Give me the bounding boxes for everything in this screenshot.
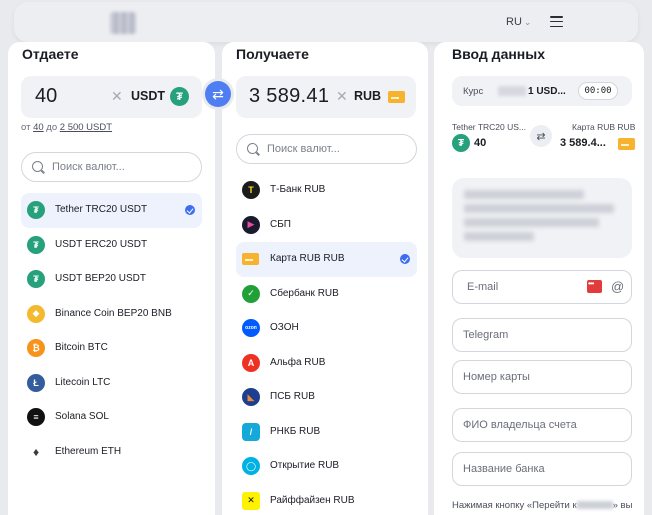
rate-box: Курс 1 USD... 00:00 (452, 76, 632, 106)
rate-value: 1 USD... (528, 86, 566, 97)
at-icon: @ (611, 279, 625, 294)
tether-icon: ₮ (170, 87, 189, 106)
terms-note: Нажимая кнопку «Перейти к» вы (452, 500, 633, 511)
get-search-input[interactable]: Поиск валют... (236, 134, 417, 164)
pair-left-name: Tether TRC20 US... (452, 122, 527, 132)
clear-icon[interactable]: ✕ (336, 88, 348, 105)
email-field[interactable]: E-mail @ (452, 270, 632, 304)
get-currency: RUB (354, 89, 382, 103)
list-item[interactable]: ₮ USDT ERC20 USDT (21, 228, 202, 263)
give-currency-list: ₮ Tether TRC20 USDT ₮ USDT ERC20 USDT ₮ … (21, 193, 202, 469)
ozon-icon: ozon (242, 319, 260, 337)
check-icon (400, 254, 410, 264)
list-item[interactable]: ✓ Сбербанк RUB (236, 277, 417, 312)
litecoin-icon: Ł (27, 373, 45, 392)
card-icon (618, 138, 635, 150)
logo[interactable] (110, 12, 136, 34)
swap-icon: ⇄ (212, 85, 224, 102)
rnkb-icon: / (242, 422, 260, 441)
tether-icon: ₮ (27, 201, 45, 219)
autofill-icon[interactable] (587, 279, 602, 293)
give-amount-box[interactable]: 40 ✕ USDT ₮ (21, 76, 202, 118)
list-item[interactable]: T Т-Банк RUB (236, 173, 417, 208)
list-item[interactable]: ◯ Открытие RUB (236, 449, 417, 484)
notice-block (452, 178, 632, 258)
pair-right-value: 3 589.4... (560, 137, 606, 149)
ethereum-icon: ♦ (27, 442, 45, 461)
top-bar: RU ⌄ (14, 2, 638, 42)
get-title: Получаете (236, 46, 309, 62)
form-title: Ввод данных (452, 46, 546, 62)
check-icon (185, 205, 195, 215)
list-item[interactable]: ₮ USDT BEP20 USDT (21, 262, 202, 297)
list-item[interactable]: ₮ Tether TRC20 USDT (21, 193, 202, 228)
list-item[interactable]: ▶ СБП (236, 208, 417, 243)
raiffeisen-icon: ✕ (242, 491, 260, 510)
give-search-input[interactable]: Поиск валют... (21, 152, 202, 182)
tether-icon: ₮ (27, 270, 45, 288)
list-item[interactable]: ≡ Solana SOL (21, 400, 202, 435)
owner-name-field[interactable]: ФИО владельца счета (452, 408, 632, 442)
pair-right-name: Карта RUB RUB (572, 122, 636, 132)
psb-icon: ◣ (242, 388, 260, 406)
list-item[interactable]: ₿ Bitcoin BTC (21, 331, 202, 366)
otkritie-icon: ◯ (242, 457, 260, 475)
list-item[interactable]: ◆ Binance Coin BEP20 BNB (21, 297, 202, 332)
get-currency-list: T Т-Банк RUB ▶ СБП Карта RUB RUB ✓ Сберб… (236, 173, 417, 515)
pair-left-value: 40 (474, 137, 487, 149)
tbank-icon: T (242, 181, 260, 199)
list-item[interactable]: ✕ Райффайзен RUB (236, 484, 417, 515)
get-panel: Получаете 3 589.41 ✕ RUB Поиск валют... … (222, 42, 428, 515)
card-icon (242, 250, 260, 268)
chevron-down-icon: ⌄ (523, 17, 532, 27)
bitcoin-icon: ₿ (27, 339, 45, 357)
alfa-icon: А (242, 353, 260, 372)
get-amount-box[interactable]: 3 589.41 ✕ RUB (236, 76, 416, 118)
limit-max-link[interactable]: 2 500 USDT (60, 122, 112, 133)
give-panel: Отдаете 40 ✕ USDT ₮ от 40 до 2 500 USDT … (8, 42, 215, 515)
card-icon (388, 91, 405, 103)
list-item[interactable]: Ł Litecoin LTC (21, 366, 202, 401)
give-limits: от 40 до 2 500 USDT (21, 122, 113, 133)
give-currency: USDT (131, 89, 166, 103)
rate-timer: 00:00 (578, 82, 618, 100)
list-item[interactable]: ozon ОЗОН (236, 311, 417, 346)
language-selector[interactable]: RU ⌄ (506, 16, 531, 28)
list-item[interactable]: Карта RUB RUB (236, 242, 417, 277)
binance-icon: ◆ (27, 304, 45, 323)
solana-icon: ≡ (27, 408, 45, 426)
tether-icon: ₮ (452, 134, 470, 152)
sbp-icon: ▶ (242, 215, 260, 234)
sberbank-icon: ✓ (242, 284, 260, 303)
menu-icon[interactable] (550, 16, 563, 28)
limit-min-link[interactable]: 40 (33, 122, 44, 133)
clear-icon[interactable]: ✕ (111, 88, 123, 105)
search-icon (32, 161, 43, 172)
list-item[interactable]: / РНКБ RUB (236, 415, 417, 450)
give-amount-input[interactable]: 40 (35, 85, 57, 108)
list-item[interactable]: ◣ ПСБ RUB (236, 380, 417, 415)
telegram-field[interactable]: Telegram (452, 318, 632, 352)
get-amount-input[interactable]: 3 589.41 (249, 85, 329, 108)
swap-direction-button[interactable]: ⇄ (205, 81, 231, 107)
card-number-field[interactable]: Номер карты (452, 360, 632, 394)
swap-icon: ⇄ (530, 125, 552, 147)
form-panel: Ввод данных Курс 1 USD... 00:00 Tether T… (434, 42, 644, 515)
list-item[interactable]: А Альфа RUB (236, 346, 417, 381)
language-label: RU (506, 16, 522, 28)
give-title: Отдаете (22, 46, 79, 62)
bank-name-field[interactable]: Название банка (452, 452, 632, 486)
list-item[interactable]: ♦ Ethereum ETH (21, 435, 202, 470)
search-icon (247, 143, 258, 154)
tether-icon: ₮ (27, 235, 45, 254)
